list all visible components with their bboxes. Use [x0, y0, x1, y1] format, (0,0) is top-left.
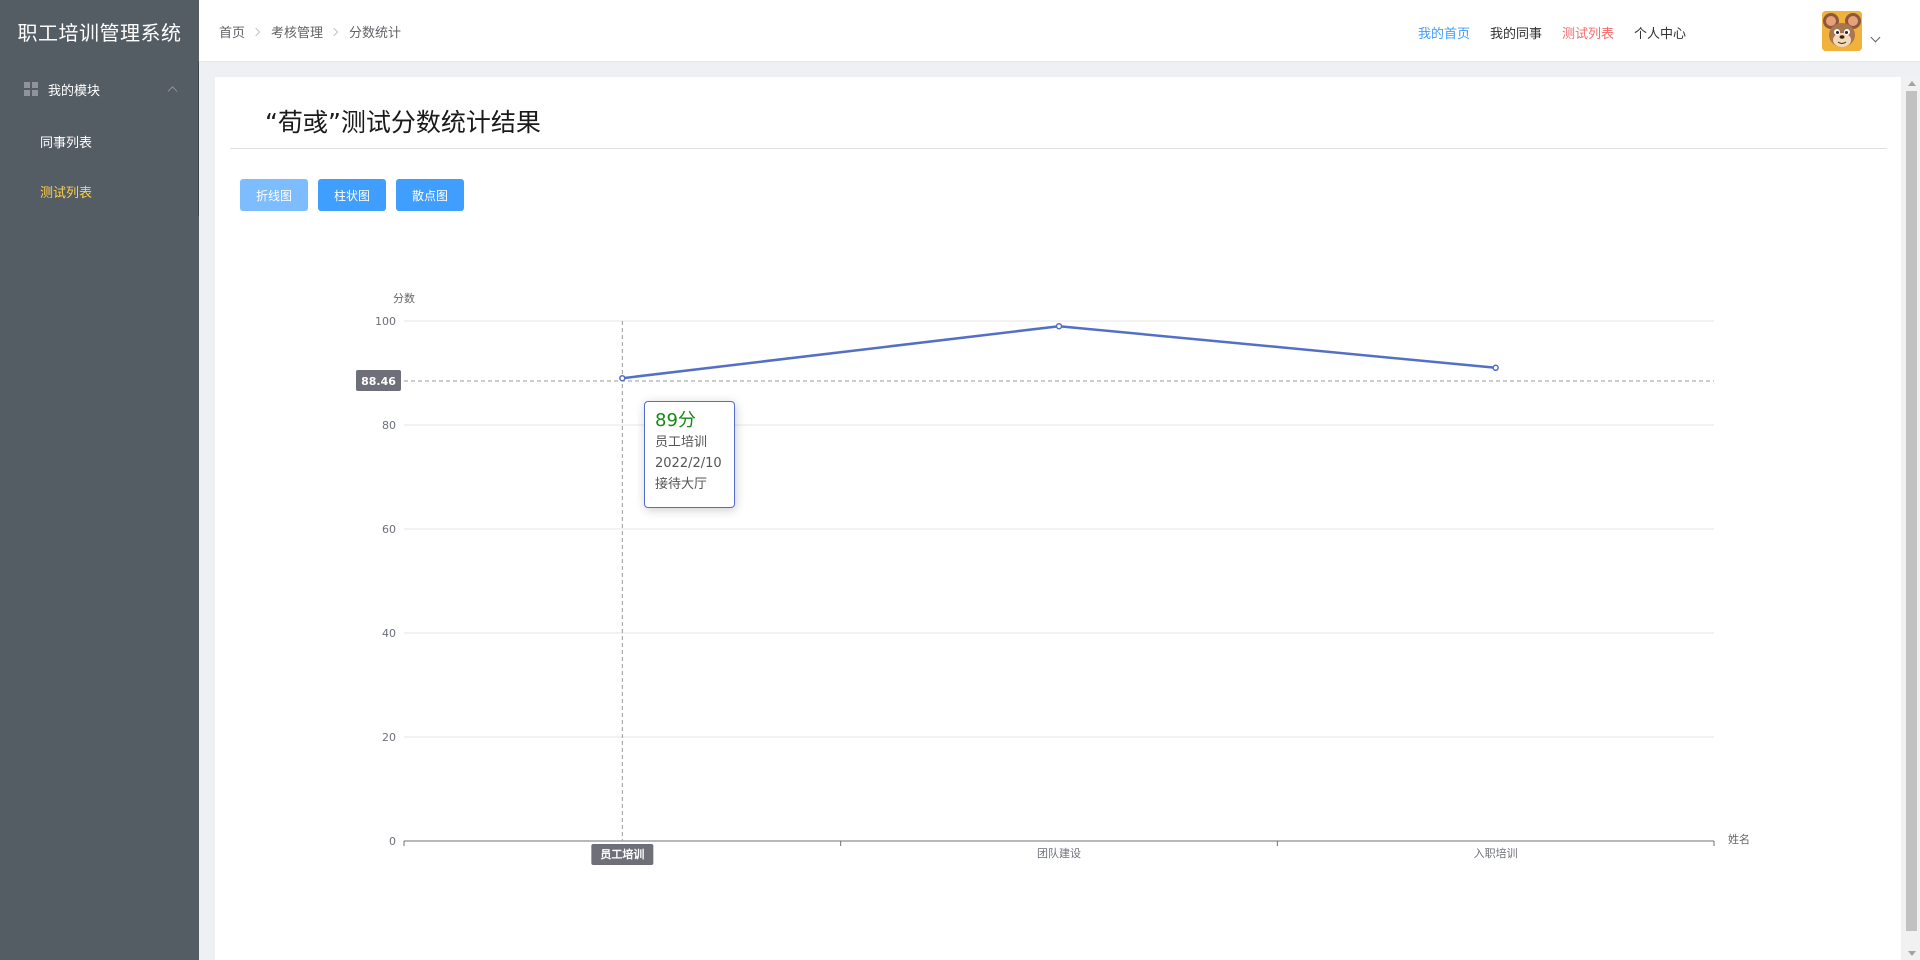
y-tick-label: 60 [382, 523, 396, 536]
y-tick-label: 20 [382, 731, 396, 744]
data-point [619, 374, 626, 382]
tooltip-score: 89分 [655, 410, 696, 431]
scroll-down-arrow-icon[interactable] [1908, 951, 1916, 956]
y-tick-label: 100 [375, 315, 396, 328]
y-tick-label: 0 [389, 835, 396, 848]
vertical-scrollbar[interactable] [1903, 77, 1920, 960]
tooltip-name: 员工培训 [655, 435, 708, 450]
scrollbar-thumb[interactable] [1906, 91, 1917, 931]
data-point [1055, 322, 1063, 330]
line-chart: 分数 姓名 0 20 40 60 80 100 团队建设 入职培训 88.46 员工培训 [356, 292, 1750, 865]
series-line [622, 324, 1496, 380]
x-tick-label: 团队建设 [1037, 846, 1081, 860]
data-point [1492, 364, 1499, 372]
scroll-up-arrow-icon[interactable] [1908, 81, 1916, 86]
axis-pointer-y-label: 88.46 [361, 375, 396, 388]
x-tick-label: 入职培训 [1474, 846, 1518, 860]
y-axis-title: 分数 [393, 292, 415, 305]
x-axis-title: 姓名 [1728, 832, 1750, 846]
y-tick-label: 40 [382, 627, 396, 640]
tooltip-place: 接待大厅 [655, 477, 708, 492]
axis-pointer-x-label: 员工培训 [600, 847, 644, 861]
tooltip-date: 2022/2/10 [655, 456, 722, 471]
chart-tooltip: 89分 员工培训 2022/2/10 接待大厅 [644, 401, 735, 508]
y-tick-label: 80 [382, 419, 396, 432]
